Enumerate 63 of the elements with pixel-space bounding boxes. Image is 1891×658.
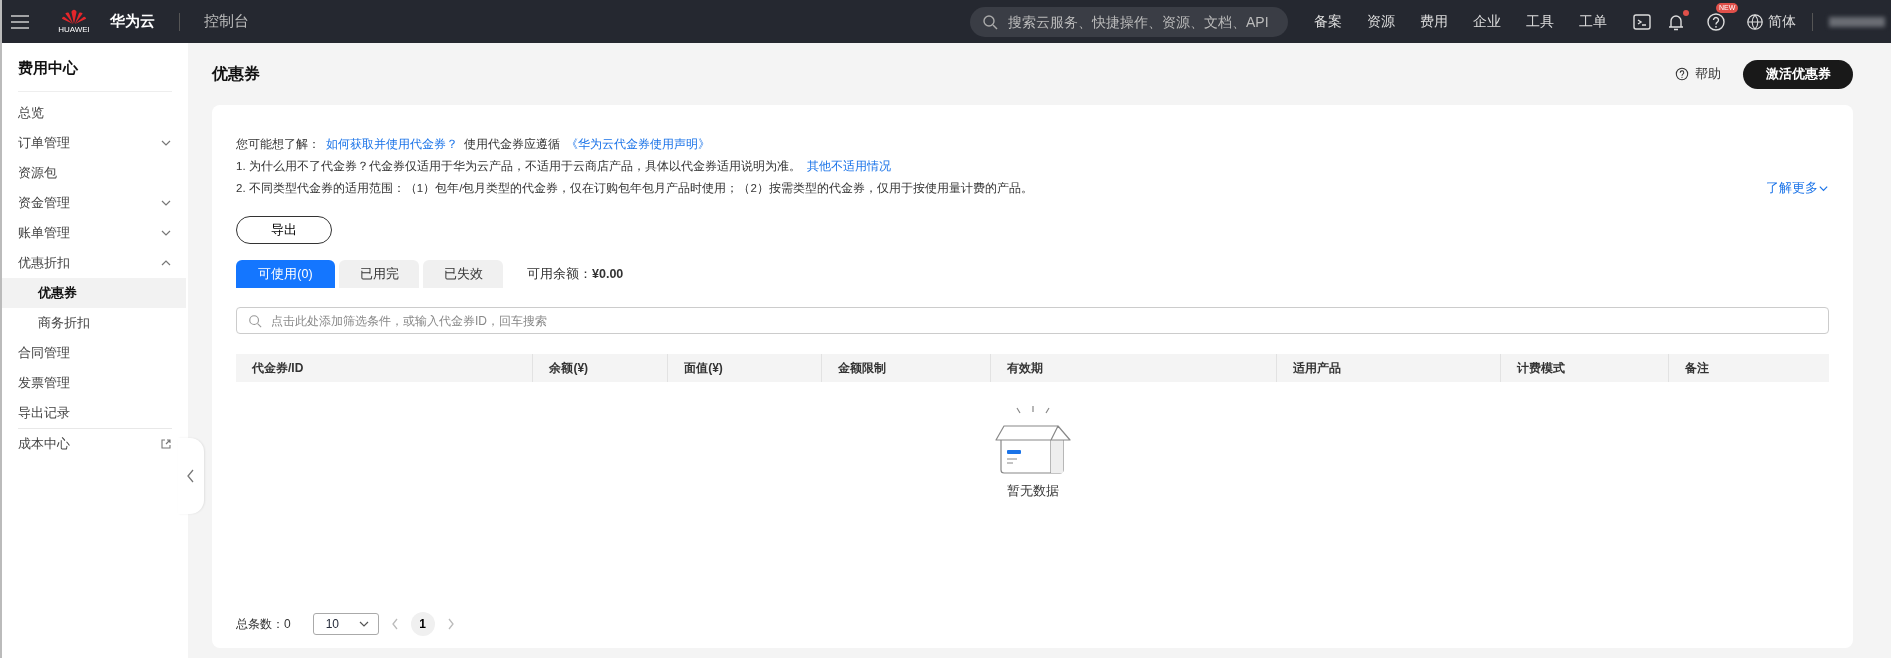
- search-icon: [248, 314, 262, 328]
- logo-icon[interactable]: [61, 9, 87, 25]
- chevron-down-icon: [1818, 183, 1829, 194]
- logo-text: HUAWEI: [58, 25, 90, 34]
- sidebar-item[interactable]: 导出记录: [2, 398, 188, 428]
- sidebar-item[interactable]: 合同管理: [2, 338, 188, 368]
- activate-coupon-button[interactable]: 激活优惠券: [1743, 59, 1853, 89]
- brand-name[interactable]: 华为云: [110, 12, 155, 31]
- status-tab[interactable]: 可使用(0): [236, 260, 335, 288]
- column-header: 有效期: [1006, 359, 1043, 377]
- sidebar-item[interactable]: 总览: [2, 98, 188, 128]
- balance-text: 可用余额：¥0.00: [527, 265, 624, 283]
- nav-link[interactable]: 企业: [1473, 12, 1501, 31]
- sidebar-item[interactable]: 订单管理: [2, 128, 188, 158]
- nav-link[interactable]: 工具: [1526, 12, 1554, 31]
- column-header: 金额限制: [837, 359, 886, 377]
- info-link[interactable]: 如何获取并使用代金券？: [326, 138, 458, 150]
- page-size-select[interactable]: 10: [312, 613, 379, 635]
- globe-icon[interactable]: [1746, 12, 1764, 31]
- filter-search-field[interactable]: 点击此处添加筛选条件，或输入代金券ID，回车搜索: [236, 307, 1829, 334]
- search-field[interactable]: 搜索云服务、快捷操作、资源、文档、API: [970, 6, 1288, 37]
- sidebar-subitem[interactable]: 优惠券: [2, 278, 186, 308]
- sidebar-item[interactable]: 发票管理: [2, 368, 188, 398]
- sidebar-item[interactable]: 优惠折扣: [2, 248, 188, 278]
- info-text: 您可能想了解： 如何获取并使用代金券？ 使用代金券应遵循 《华为云代金券使用声明》: [236, 137, 711, 152]
- sidebar-title: 费用中心: [18, 57, 172, 92]
- column-header: 备注: [1685, 359, 1710, 377]
- empty-state-text: 暂无数据: [1006, 482, 1059, 500]
- nav-link[interactable]: 备案: [1314, 12, 1342, 31]
- column-header: 余额(¥): [549, 359, 589, 377]
- terminal-icon[interactable]: [1632, 11, 1652, 32]
- page-number[interactable]: 1: [410, 612, 435, 636]
- info-text: 2. 不同类型代金券的适用范围：（1）包年/包月类型的代金券，仅在订购包年包月产品时使用；（2）按需类型的代金券，仅用于按使用量计费的产品。: [236, 181, 1034, 196]
- sidebar-item[interactable]: 成本中心: [18, 428, 172, 459]
- total-count: 总条数：0: [236, 615, 291, 633]
- nav-link[interactable]: 费用: [1420, 12, 1448, 31]
- column-header: 代金券/ID: [252, 359, 304, 377]
- export-button[interactable]: 导出: [236, 216, 332, 244]
- column-header: 适用产品: [1293, 359, 1342, 377]
- status-tab[interactable]: 已失效: [423, 260, 503, 288]
- menu-icon[interactable]: [10, 13, 30, 30]
- learn-more-link[interactable]: 了解更多: [1766, 180, 1829, 197]
- help-icon[interactable]: [1706, 11, 1726, 32]
- info-link[interactable]: 其他不适用情况: [806, 160, 891, 172]
- chevron-left-icon: [187, 469, 195, 483]
- sidebar-subitem[interactable]: 商务折扣: [2, 308, 188, 338]
- console-link[interactable]: 控制台: [204, 12, 249, 31]
- help-icon: [1675, 67, 1689, 81]
- info-text: 1. 为什么用不了代金券？代金券仅适用于华为云产品，不适用于云商店产品，具体以代金券适用说明为准。 其他不适用情况: [236, 159, 892, 174]
- nav-link[interactable]: 资源: [1367, 12, 1395, 31]
- search-icon: [982, 13, 998, 30]
- sidebar-item[interactable]: 资金管理: [2, 188, 188, 218]
- page-title: 优惠券: [212, 63, 260, 84]
- column-header: 面值(¥): [684, 359, 723, 377]
- nav-link[interactable]: 工单: [1579, 12, 1607, 31]
- status-tab[interactable]: 已用完: [339, 260, 419, 288]
- info-link[interactable]: 《华为云代金券使用声明》: [566, 138, 710, 150]
- sidebar-item[interactable]: 账单管理: [2, 218, 188, 248]
- language-link[interactable]: 简体: [1768, 12, 1796, 31]
- sidebar-item[interactable]: 资源包: [2, 158, 188, 188]
- help-link[interactable]: 帮助: [1675, 65, 1721, 83]
- column-header: 计费模式: [1516, 359, 1565, 377]
- collapse-handle[interactable]: [178, 438, 204, 514]
